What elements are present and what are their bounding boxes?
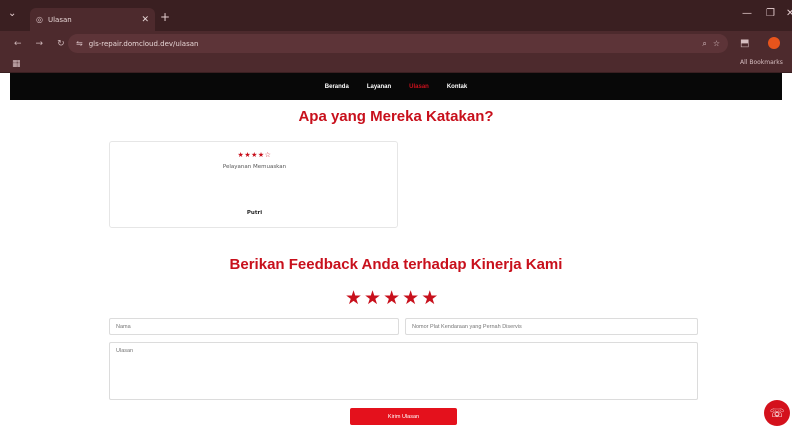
- nav-item-kontak[interactable]: Kontak: [447, 84, 467, 90]
- nav-item-layanan[interactable]: Layanan: [367, 84, 391, 90]
- profile-avatar[interactable]: [768, 37, 780, 49]
- star-2-icon[interactable]: ★: [364, 287, 381, 309]
- review-author: Putri: [246, 210, 263, 216]
- review-star-rating: ★★★★☆: [237, 151, 272, 159]
- zoom-icon[interactable]: ⌕: [702, 39, 706, 49]
- url-text[interactable]: gls-repair.domcloud.dev/ulasan: [89, 40, 199, 48]
- tab-title: Ulasan: [47, 15, 72, 24]
- minimize-icon[interactable]: —: [742, 8, 752, 19]
- star-4-icon[interactable]: ★: [402, 287, 419, 309]
- bookmarks-bar: ▦ All Bookmarks: [0, 56, 792, 73]
- reviews-heading: Apa yang Mereka Katakan?: [298, 108, 494, 125]
- feedback-heading: Berikan Feedback Anda terhadap Kinerja K…: [229, 256, 563, 273]
- review-text: Pelayanan Memuaskan: [222, 164, 287, 170]
- star-1-icon[interactable]: ★: [345, 287, 362, 309]
- reload-icon[interactable]: ↻: [57, 39, 65, 49]
- apps-grid-icon[interactable]: ▦: [12, 59, 21, 69]
- tab-search-icon[interactable]: ⌄: [8, 8, 16, 19]
- review-textarea[interactable]: [109, 342, 698, 400]
- name-input[interactable]: [109, 318, 399, 335]
- globe-icon: ◎: [36, 15, 43, 24]
- chat-icon: ☏: [769, 406, 785, 420]
- nav-item-ulasan[interactable]: Ulasan: [409, 84, 429, 90]
- star-rating-input: ★ ★ ★ ★ ★: [345, 287, 438, 309]
- maximize-icon[interactable]: ❐: [766, 8, 775, 19]
- plate-number-input[interactable]: [405, 318, 698, 335]
- star-5-icon[interactable]: ★: [421, 287, 438, 309]
- back-icon[interactable]: ←: [14, 39, 22, 49]
- address-bar[interactable]: ⇋ gls-repair.domcloud.dev/ulasan ⌕ ☆: [68, 34, 728, 53]
- all-bookmarks-label[interactable]: All Bookmarks: [740, 59, 783, 66]
- close-window-icon[interactable]: ✕: [786, 8, 792, 19]
- forward-icon[interactable]: →: [36, 39, 44, 49]
- browser-tab[interactable]: ◎ Ulasan ✕: [30, 8, 155, 31]
- site-info-icon[interactable]: ⇋: [76, 39, 83, 48]
- chat-button[interactable]: ☏: [764, 400, 790, 426]
- review-card: ★★★★☆ Pelayanan Memuaskan Putri: [109, 141, 398, 228]
- downloads-icon[interactable]: ⬒: [740, 38, 749, 49]
- star-3-icon[interactable]: ★: [383, 287, 400, 309]
- browser-tab-strip: ⌄ ◎ Ulasan ✕ + — ❐ ✕: [0, 0, 792, 31]
- nav-item-beranda[interactable]: Beranda: [325, 84, 349, 90]
- close-tab-icon[interactable]: ✕: [141, 15, 149, 25]
- site-nav: Beranda Layanan Ulasan Kontak: [10, 73, 782, 100]
- new-tab-button[interactable]: +: [160, 10, 170, 24]
- submit-review-button[interactable]: Kirim Ulasan: [350, 408, 457, 425]
- bookmark-star-icon[interactable]: ☆: [713, 39, 720, 48]
